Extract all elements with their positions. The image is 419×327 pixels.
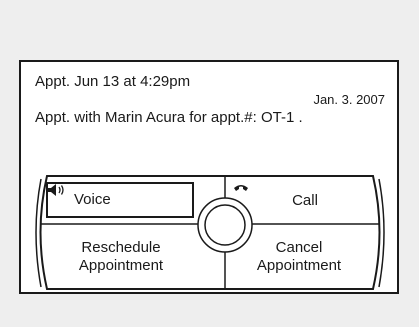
call-label: Call — [292, 192, 318, 209]
cancel-appointment-button[interactable]: Cancel Appointment — [233, 229, 365, 285]
call-button[interactable]: Call — [233, 184, 365, 218]
reschedule-appointment-button[interactable]: Reschedule Appointment — [51, 229, 191, 285]
appointment-message: Appt. Jun 13 at 4:29pm Jan. 3. 2007 Appt… — [21, 62, 397, 175]
reschedule-label-line1: Reschedule — [81, 239, 161, 256]
control-panel: Voice Call Reschedule Appointment Cancel… — [33, 175, 387, 290]
cancel-label-line2: Appointment — [256, 257, 342, 274]
appointment-details: Appt. with Marin Acura for appt.#: OT-1 … — [35, 109, 303, 126]
message-date: Jan. 3. 2007 — [313, 92, 385, 107]
notification-screen: Appt. Jun 13 at 4:29pm Jan. 3. 2007 Appt… — [19, 60, 399, 294]
voice-button[interactable]: Voice — [46, 182, 194, 218]
reschedule-label-line2: Appointment — [78, 257, 164, 274]
appointment-time: Appt. Jun 13 at 4:29pm — [35, 73, 191, 90]
cancel-label-line1: Cancel — [275, 239, 323, 256]
voice-label: Voice — [74, 191, 111, 208]
